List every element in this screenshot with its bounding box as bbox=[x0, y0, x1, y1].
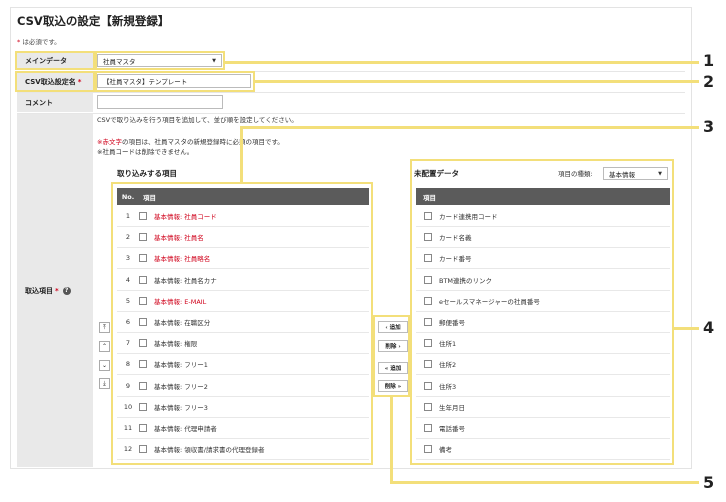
highlight-setting-name-label bbox=[15, 71, 95, 92]
import-items-label-text: 取込項目 bbox=[25, 286, 53, 295]
callout-line-5-v bbox=[390, 397, 393, 483]
move-up-button[interactable]: ⌃ bbox=[99, 341, 110, 352]
highlight-move-buttons bbox=[373, 315, 410, 397]
comment-label-text: コメント bbox=[25, 98, 53, 107]
help-icon[interactable]: ? bbox=[62, 286, 71, 295]
left-list-title: 取り込みする項目 bbox=[117, 169, 177, 178]
callout-line-2 bbox=[255, 80, 699, 83]
move-top-button[interactable]: ⤒ bbox=[99, 322, 110, 333]
callout-number-4: 4 bbox=[703, 318, 715, 337]
import-items-label: 取込項目 *? bbox=[17, 114, 93, 467]
callout-line-4 bbox=[674, 327, 699, 330]
callout-line-3-h bbox=[240, 126, 699, 129]
comment-label: コメント bbox=[17, 93, 93, 112]
required-star: * bbox=[55, 286, 59, 295]
callout-number-5: 5 bbox=[703, 473, 715, 492]
info-required-note: ※赤文字の項目は、社員マスタの新規登録時に必須の項目です。 bbox=[97, 138, 284, 148]
move-bottom-button[interactable]: ⤓ bbox=[99, 378, 110, 389]
highlight-right-list bbox=[410, 159, 674, 465]
info-instruction: CSVで取り込みを行う項目を追加して、並び順を設定してください。 bbox=[97, 116, 298, 124]
highlight-left-list bbox=[111, 182, 373, 465]
callout-line-3-v bbox=[240, 126, 243, 183]
row-divider bbox=[17, 113, 685, 114]
info-red-text: ※赤文字 bbox=[97, 138, 122, 146]
required-note-text: は必須です。 bbox=[20, 38, 61, 46]
info-delete-note: ※社員コードは削除できません。 bbox=[97, 148, 194, 156]
comment-input[interactable] bbox=[97, 95, 223, 109]
highlight-setting-name-input bbox=[95, 71, 255, 92]
required-note: * は必須です。 bbox=[17, 36, 61, 46]
callout-line-5-h bbox=[390, 481, 699, 484]
callout-line-1 bbox=[225, 61, 699, 64]
highlight-main-data-select bbox=[95, 51, 225, 70]
info-required-text: の項目は、社員マスタの新規登録時に必須の項目です。 bbox=[121, 138, 284, 146]
move-down-button[interactable]: ⌄ bbox=[99, 360, 110, 371]
page-title: CSV取込の設定【新規登録】 bbox=[17, 14, 170, 28]
callout-number-1: 1 bbox=[703, 51, 715, 70]
callout-number-2: 2 bbox=[703, 72, 715, 91]
callout-number-3: 3 bbox=[703, 117, 715, 136]
highlight-main-data-label bbox=[15, 51, 95, 70]
row-divider bbox=[17, 92, 685, 93]
